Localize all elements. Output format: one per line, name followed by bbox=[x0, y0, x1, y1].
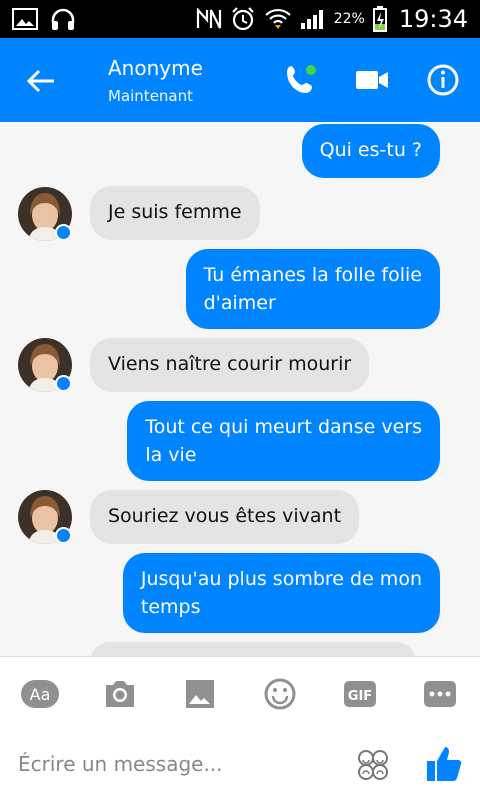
message-composer: Écrire un message... bbox=[0, 730, 480, 800]
contact-status: Maintenant bbox=[108, 87, 194, 105]
sent-message[interactable]: Tu émanes la folle folie d'aimer bbox=[185, 249, 440, 329]
headphones-icon bbox=[51, 8, 75, 30]
received-message[interactable]: Je suis femme bbox=[90, 186, 260, 240]
gif-icon[interactable]: GIF bbox=[340, 677, 380, 711]
sent-message[interactable]: Qui es-tu ? bbox=[301, 124, 440, 178]
svg-text:GIF: GIF bbox=[348, 689, 372, 704]
signal-icon bbox=[300, 10, 323, 29]
message-toolbar: Aa GIF bbox=[0, 656, 480, 730]
received-message-partial bbox=[90, 642, 416, 656]
camera-icon[interactable] bbox=[100, 677, 140, 711]
more-options-icon[interactable] bbox=[420, 677, 460, 711]
sent-message[interactable]: Tout ce qui meurt danse vers la vie bbox=[127, 401, 440, 481]
gallery-icon bbox=[12, 8, 38, 30]
wifi-icon bbox=[264, 8, 291, 29]
alarm-icon bbox=[231, 7, 254, 31]
message-input[interactable]: Écrire un message... bbox=[18, 752, 223, 776]
nfc-icon bbox=[196, 8, 221, 29]
battery-percent: 22% bbox=[333, 11, 365, 27]
received-message[interactable]: Viens naître courir mourir bbox=[90, 338, 370, 392]
messenger-badge-icon bbox=[55, 375, 72, 392]
clock: 19:34 bbox=[398, 5, 468, 33]
info-icon[interactable] bbox=[425, 62, 461, 98]
emoji-smiley-icon[interactable] bbox=[260, 677, 300, 711]
phone-call-icon[interactable] bbox=[283, 62, 319, 98]
svg-text:Aa: Aa bbox=[30, 685, 51, 704]
back-arrow-icon[interactable] bbox=[24, 64, 58, 98]
status-bar: 22% 19:34 bbox=[0, 0, 480, 38]
contact-name[interactable]: Anonyme bbox=[108, 56, 203, 80]
stickers-icon[interactable] bbox=[356, 748, 390, 782]
messenger-badge-icon bbox=[55, 527, 72, 544]
thumbs-up-icon[interactable] bbox=[424, 744, 464, 784]
image-gallery-icon[interactable] bbox=[180, 677, 220, 711]
messenger-badge-icon bbox=[55, 224, 72, 241]
battery-charging-icon bbox=[372, 6, 387, 32]
message-thread[interactable]: Qui es-tu ? Je suis femme Tu émanes la f… bbox=[0, 122, 480, 656]
conversation-header: Anonyme Maintenant bbox=[0, 38, 480, 122]
text-format-icon[interactable]: Aa bbox=[20, 677, 60, 711]
video-call-icon[interactable] bbox=[354, 62, 390, 98]
received-message[interactable]: Souriez vous êtes vivant bbox=[90, 490, 360, 544]
sent-message[interactable]: Jusqu'au plus sombre de mon temps bbox=[122, 553, 440, 633]
